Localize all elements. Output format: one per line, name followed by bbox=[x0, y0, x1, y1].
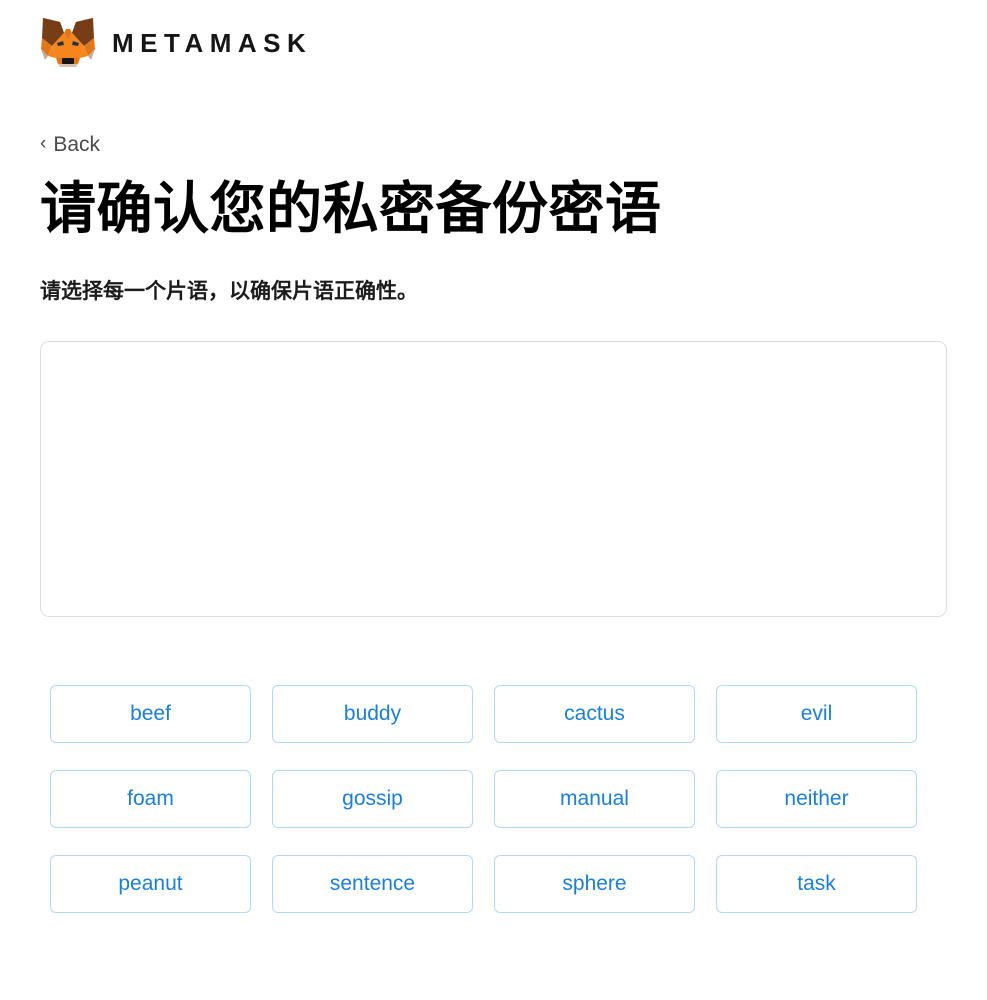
selected-seed-phrase-dropzone[interactable] bbox=[40, 340, 947, 617]
brand-header: METAMASK bbox=[40, 0, 947, 84]
back-link-label: Back bbox=[53, 133, 101, 156]
word-chip[interactable]: foam bbox=[50, 769, 251, 828]
onboarding-confirm-seed-page: METAMASK ‹ Back 请确认您的私密备份密语 请选择每一个片语，以确保… bbox=[0, 0, 987, 1000]
word-chip[interactable]: peanut bbox=[50, 854, 251, 913]
back-link[interactable]: ‹ Back bbox=[40, 134, 100, 155]
word-chip[interactable]: gossip bbox=[272, 769, 473, 828]
metamask-fox-icon bbox=[41, 18, 95, 67]
word-chip[interactable]: cactus bbox=[494, 684, 695, 743]
metamask-wordmark: METAMASK bbox=[112, 28, 313, 58]
word-chip[interactable]: task bbox=[716, 854, 917, 913]
word-chips-grid: beef buddy cactus evil foam gossip manua… bbox=[40, 684, 947, 913]
word-chip[interactable]: sentence bbox=[272, 854, 473, 913]
word-chip[interactable]: buddy bbox=[272, 684, 473, 743]
chevron-left-icon: ‹ bbox=[40, 133, 47, 154]
page-title: 请确认您的私密备份密语 bbox=[40, 177, 662, 240]
word-chip[interactable]: beef bbox=[50, 684, 251, 743]
page-subtitle: 请选择每一个片语，以确保片语正确性。 bbox=[40, 280, 418, 304]
word-chip[interactable]: evil bbox=[716, 684, 917, 743]
word-chip[interactable]: manual bbox=[494, 769, 695, 828]
word-chip[interactable]: neither bbox=[716, 769, 917, 828]
word-chip[interactable]: sphere bbox=[494, 854, 695, 913]
